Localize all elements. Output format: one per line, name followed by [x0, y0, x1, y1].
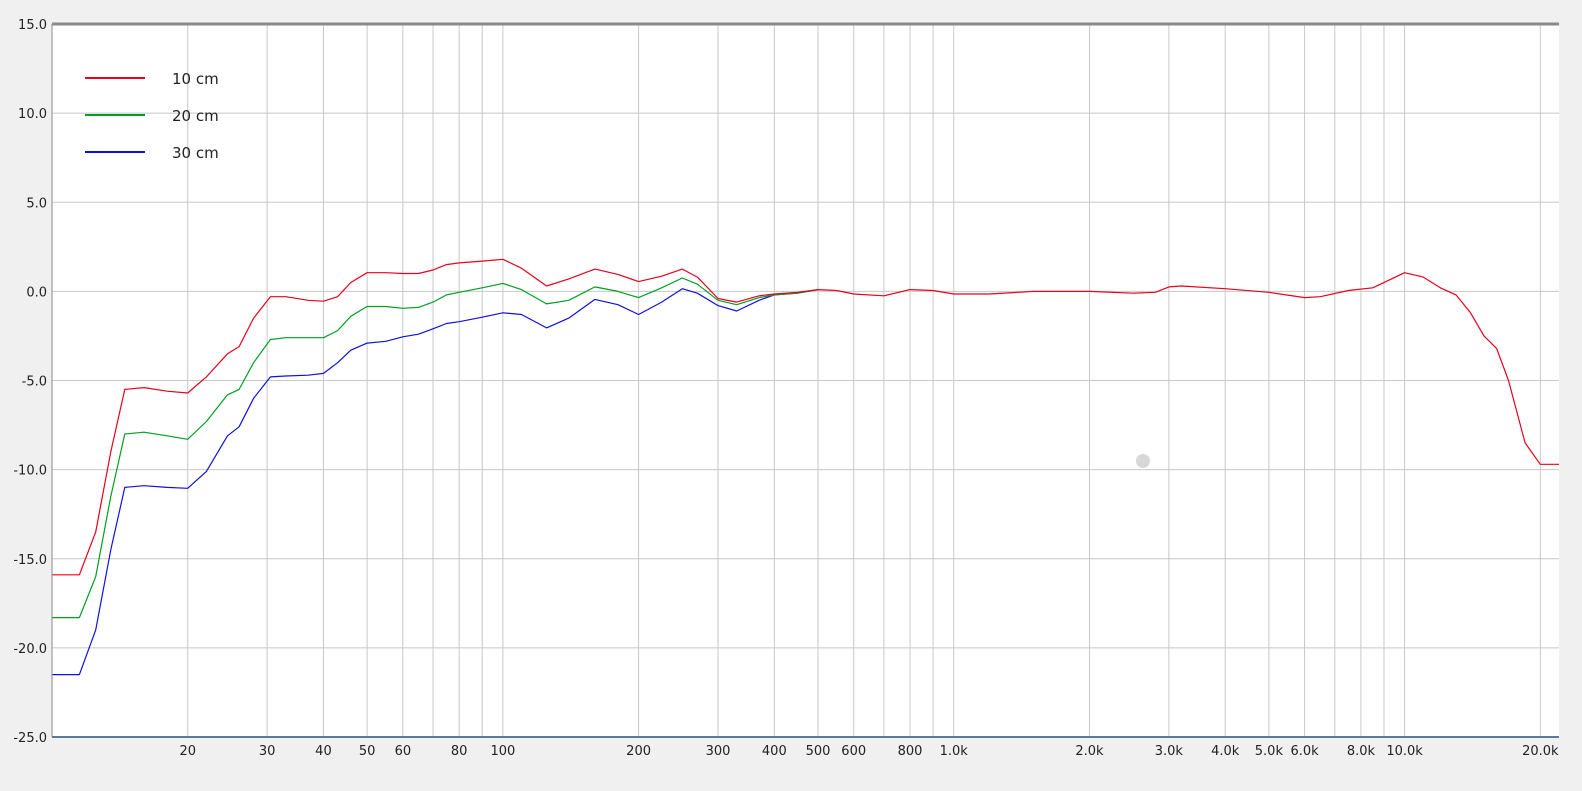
- x-tick-label: 800: [898, 744, 923, 759]
- x-tick-label: 400: [762, 744, 787, 759]
- x-tick-label: 600: [841, 744, 866, 759]
- x-tick-label: 1.0k: [940, 744, 969, 759]
- y-tick-label: -15.0: [13, 553, 47, 568]
- y-tick-label: 10.0: [18, 107, 47, 122]
- y-tick-label: -10.0: [13, 464, 47, 479]
- legend-label: 20 cm: [172, 107, 219, 125]
- x-tick-label: 5.0k: [1255, 744, 1284, 759]
- y-tick-label: -20.0: [13, 642, 47, 657]
- x-tick-label: 100: [490, 744, 515, 759]
- y-tick-label: -25.0: [13, 731, 47, 746]
- y-tick-label: 0.0: [26, 285, 47, 300]
- legend-label: 10 cm: [172, 70, 219, 88]
- x-tick-label: 80: [451, 744, 468, 759]
- x-tick-label: 50: [359, 744, 376, 759]
- frequency-response-chart: 15.0 10.0 5.0 0.0 -5.0 -10.0 -15.0 -20.0 -25.0 20…: [13, 18, 1559, 759]
- cursor-dot: [1136, 454, 1150, 468]
- x-tick-label: 200: [626, 744, 651, 759]
- x-tick-label: 40: [315, 744, 332, 759]
- y-tick-label: -5.0: [22, 375, 47, 390]
- x-tick-label: 10.0k: [1386, 744, 1423, 759]
- x-tick-label: 500: [806, 744, 831, 759]
- x-tick-label: 300: [706, 744, 731, 759]
- x-tick-label: 3.0k: [1155, 744, 1184, 759]
- x-tick-label: 8.0k: [1347, 744, 1376, 759]
- y-tick-label: 15.0: [18, 18, 47, 33]
- x-tick-label: 4.0k: [1211, 744, 1240, 759]
- x-tick-label: 30: [259, 744, 276, 759]
- x-tick-label: 6.0k: [1290, 744, 1319, 759]
- x-tick-label: 20: [179, 744, 196, 759]
- y-tick-label: 5.0: [26, 196, 47, 211]
- x-tick-label: 20.0k: [1522, 744, 1559, 759]
- legend-label: 30 cm: [172, 144, 219, 162]
- x-tick-label: 2.0k: [1075, 744, 1104, 759]
- x-tick-label: 60: [395, 744, 412, 759]
